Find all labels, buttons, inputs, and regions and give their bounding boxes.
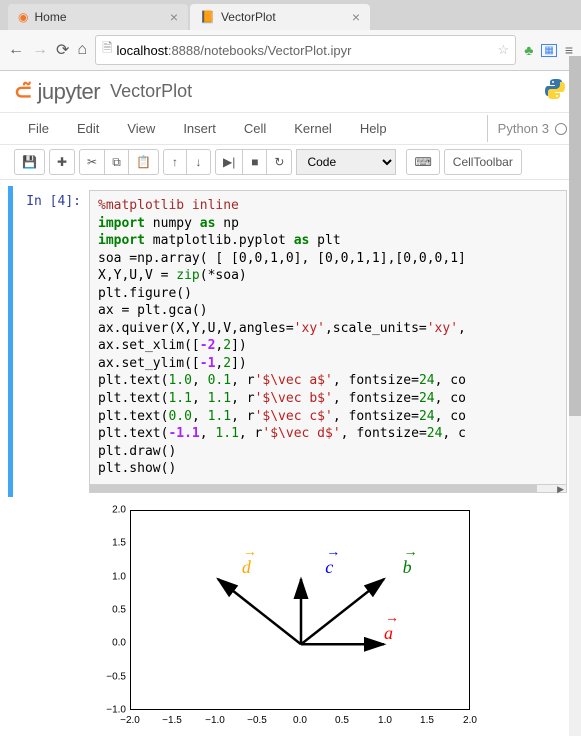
extension-icon[interactable]: ♣ (524, 42, 533, 58)
save-button[interactable]: 💾 (14, 149, 45, 175)
kernel-status-icon (555, 123, 567, 135)
reload-icon[interactable]: ⟳ (56, 40, 69, 60)
cell-output: 2.0 1.5 1.0 0.5 0.0 −0.5 −1.0 −2.0 −1.5 … (90, 505, 573, 735)
quiver-svg (131, 511, 471, 711)
url-port: :8888 (168, 43, 201, 58)
menu-kernel[interactable]: Kernel (280, 115, 346, 142)
arrow-down-icon: ↓ (196, 155, 202, 169)
ytick: 2.0 (112, 504, 126, 515)
horizontal-scrollbar[interactable]: ▶ (89, 485, 567, 493)
code-editor[interactable]: %matplotlib inline import numpy as np im… (89, 190, 567, 485)
matplotlib-plot: 2.0 1.5 1.0 0.5 0.0 −0.5 −1.0 −2.0 −1.5 … (90, 505, 490, 735)
vec-label-a: a (384, 623, 393, 643)
ytick: 0.0 (112, 637, 126, 648)
jupyter-logo[interactable]: ⊂̃ jupyter (14, 79, 100, 105)
vertical-scrollbar[interactable] (569, 56, 581, 736)
kernel-indicator: Python 3 (487, 115, 567, 142)
xtick: 2.0 (463, 715, 477, 726)
ytick: 1.0 (112, 571, 126, 582)
python-icon (543, 77, 567, 106)
cut-button[interactable]: ✂ (79, 149, 105, 175)
copy-icon: ⧉ (112, 155, 121, 169)
celltoolbar-button[interactable]: CellToolbar (444, 149, 522, 175)
vec-label-d: d (242, 557, 251, 577)
keyboard-icon: ⌨ (414, 155, 431, 169)
ytick: −0.5 (106, 671, 126, 682)
menu-insert[interactable]: Insert (169, 115, 230, 142)
xtick: 0.5 (335, 715, 349, 726)
home-icon[interactable]: ⌂ (77, 41, 87, 59)
browser-tabs: ◉ Home × 📙 VectorPlot × (0, 0, 581, 30)
ytick: 0.5 (112, 604, 126, 615)
browser-navbar: ← → ⟳ ⌂ 🗎 localhost:8888/notebooks/Vecto… (0, 30, 581, 71)
stop-button[interactable]: ■ (243, 149, 267, 175)
ytick: −1.0 (106, 704, 126, 715)
copy-button[interactable]: ⧉ (105, 149, 129, 175)
close-icon[interactable]: × (352, 9, 360, 25)
menu-edit[interactable]: Edit (63, 115, 113, 142)
menu-cell[interactable]: Cell (230, 115, 280, 142)
xtick: −1.0 (205, 715, 225, 726)
move-up-button[interactable]: ↑ (163, 149, 187, 175)
cut-icon: ✂ (87, 155, 97, 169)
xtick: 1.5 (420, 715, 434, 726)
url-host: localhost (117, 43, 168, 58)
jupyter-header: ⊂̃ jupyter VectorPlot (0, 71, 581, 113)
paste-icon: 📋 (136, 155, 151, 169)
xtick: −0.5 (247, 715, 267, 726)
home-icon: ◉ (18, 10, 28, 24)
input-prompt: In [4]: (13, 190, 89, 493)
tab-title: VectorPlot (221, 10, 276, 24)
save-icon: 💾 (22, 155, 37, 169)
add-cell-button[interactable]: ✚ (49, 149, 75, 175)
back-icon[interactable]: ← (8, 41, 24, 59)
menu-bar: File Edit View Insert Cell Kernel Help P… (0, 113, 581, 145)
notebook-title[interactable]: VectorPlot (110, 81, 192, 102)
extension-icon[interactable]: ▦ (541, 44, 556, 57)
menu-help[interactable]: Help (346, 115, 401, 142)
command-palette-button[interactable]: ⌨ (406, 149, 439, 175)
page-icon: 🗎 (102, 39, 112, 61)
tab-title: Home (34, 10, 66, 24)
ytick: 1.5 (112, 537, 126, 548)
close-icon[interactable]: × (170, 9, 178, 25)
arrow-up-icon: ↑ (172, 155, 178, 169)
celltype-select[interactable]: Code (296, 149, 396, 175)
play-icon: ▶| (223, 155, 235, 169)
xtick: 1.0 (378, 715, 392, 726)
url-input[interactable]: 🗎 localhost:8888/notebooks/VectorPlot.ip… (95, 35, 516, 65)
browser-tab-notebook[interactable]: 📙 VectorPlot × (190, 4, 370, 30)
restart-button[interactable]: ↻ (267, 149, 292, 175)
stop-icon: ■ (251, 155, 258, 169)
paste-button[interactable]: 📋 (129, 149, 159, 175)
star-icon[interactable]: ☆ (498, 42, 510, 58)
run-button[interactable]: ▶| (215, 149, 243, 175)
vec-label-c: c (325, 557, 333, 577)
plus-icon: ✚ (57, 155, 67, 169)
restart-icon: ↻ (274, 155, 284, 169)
xtick: −1.5 (162, 715, 182, 726)
url-path: /notebooks/VectorPlot.ipyr (200, 43, 351, 58)
menu-file[interactable]: File (14, 115, 63, 142)
xtick: 0.0 (293, 715, 307, 726)
vec-label-b: b (403, 557, 412, 577)
move-down-button[interactable]: ↓ (187, 149, 211, 175)
notebook-container: In [4]: %matplotlib inline import numpy … (0, 180, 581, 741)
notebook-icon: 📙 (200, 10, 215, 24)
xtick: −2.0 (120, 715, 140, 726)
toolbar: 💾 ✚ ✂ ⧉ 📋 ↑ ↓ ▶| ■ ↻ Code ⌨ CellToolbar (0, 145, 581, 180)
kernel-name: Python 3 (498, 121, 549, 136)
forward-icon[interactable]: → (32, 41, 48, 59)
menu-view[interactable]: View (113, 115, 169, 142)
browser-tab-home[interactable]: ◉ Home × (8, 4, 188, 30)
code-cell[interactable]: In [4]: %matplotlib inline import numpy … (8, 186, 573, 497)
plot-axes (130, 510, 470, 710)
